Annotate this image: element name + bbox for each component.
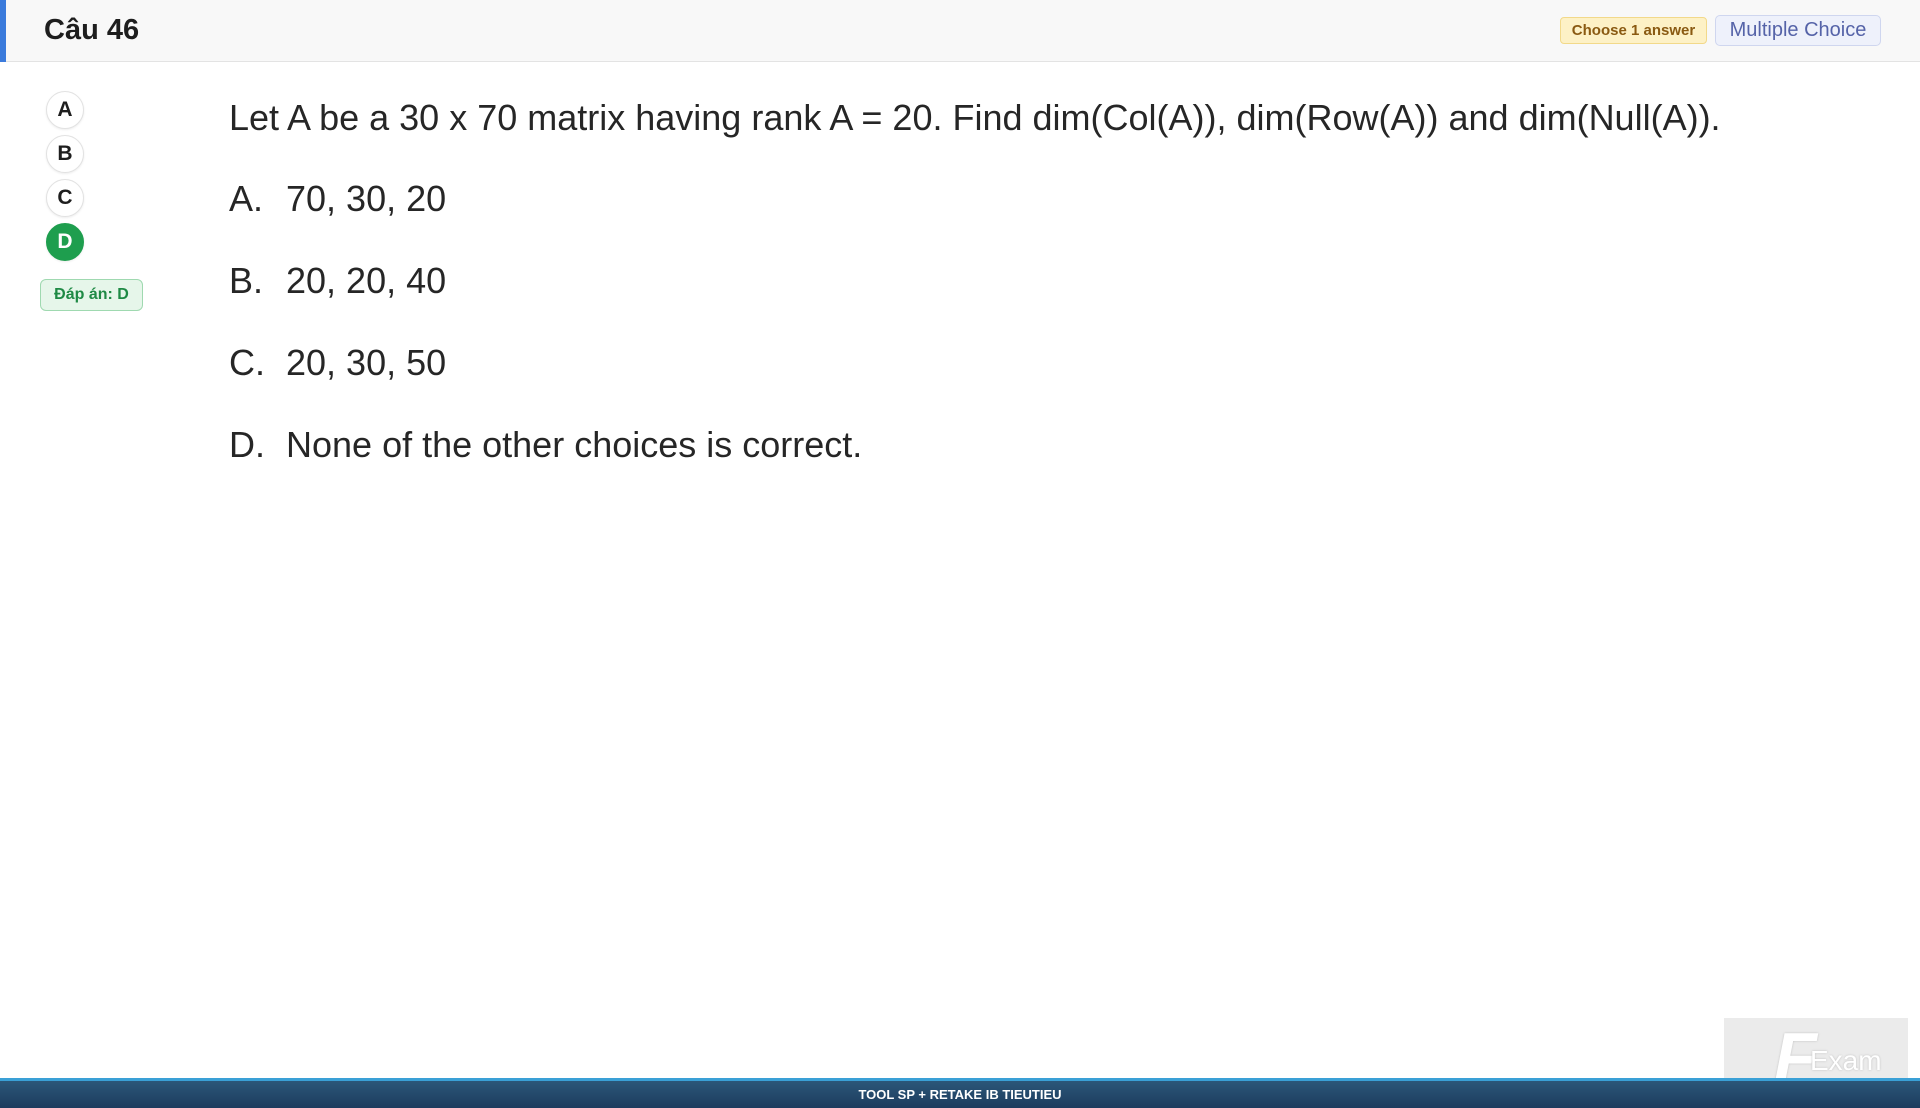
option-button-b[interactable]: B [46,135,84,173]
choice-text: 20, 30, 50 [286,342,447,383]
question-title: Câu 46 [44,14,140,46]
option-button-a[interactable]: A [46,91,84,129]
choice-c: C. 20, 30, 50 [229,341,446,385]
option-button-d[interactable]: D [46,223,84,261]
choice-letter: B. [229,260,264,301]
choice-d: D. None of the other choices is correct. [229,423,862,467]
choice-text: 20, 20, 40 [286,260,447,301]
header-accent-bar [0,0,6,62]
option-button-c[interactable]: C [46,179,84,217]
choice-letter: C. [229,342,265,383]
choice-a: A. 70, 30, 20 [229,177,446,221]
logo-word: Exam [1810,1045,1882,1076]
choose-answer-tag: Choose 1 answer [1560,17,1707,44]
choice-b: B. 20, 20, 40 [229,259,446,303]
question-type-tag: Multiple Choice [1715,15,1881,46]
choice-text: None of the other choices is correct. [286,424,863,465]
answer-badge: Đáp án: D [40,279,143,311]
footer-bar: TOOL SP + RETAKE IB TIEUTIEU [0,1078,1920,1108]
choice-letter: A. [229,178,264,219]
question-header: Câu 46 Choose 1 answer Multiple Choice [0,0,1920,62]
choice-text: 70, 30, 20 [286,178,447,219]
choice-letter: D. [229,424,265,465]
question-text: Let A be a 30 x 70 matrix having rank A … [229,97,1721,138]
footer-text: TOOL SP + RETAKE IB TIEUTIEU [858,1087,1062,1102]
